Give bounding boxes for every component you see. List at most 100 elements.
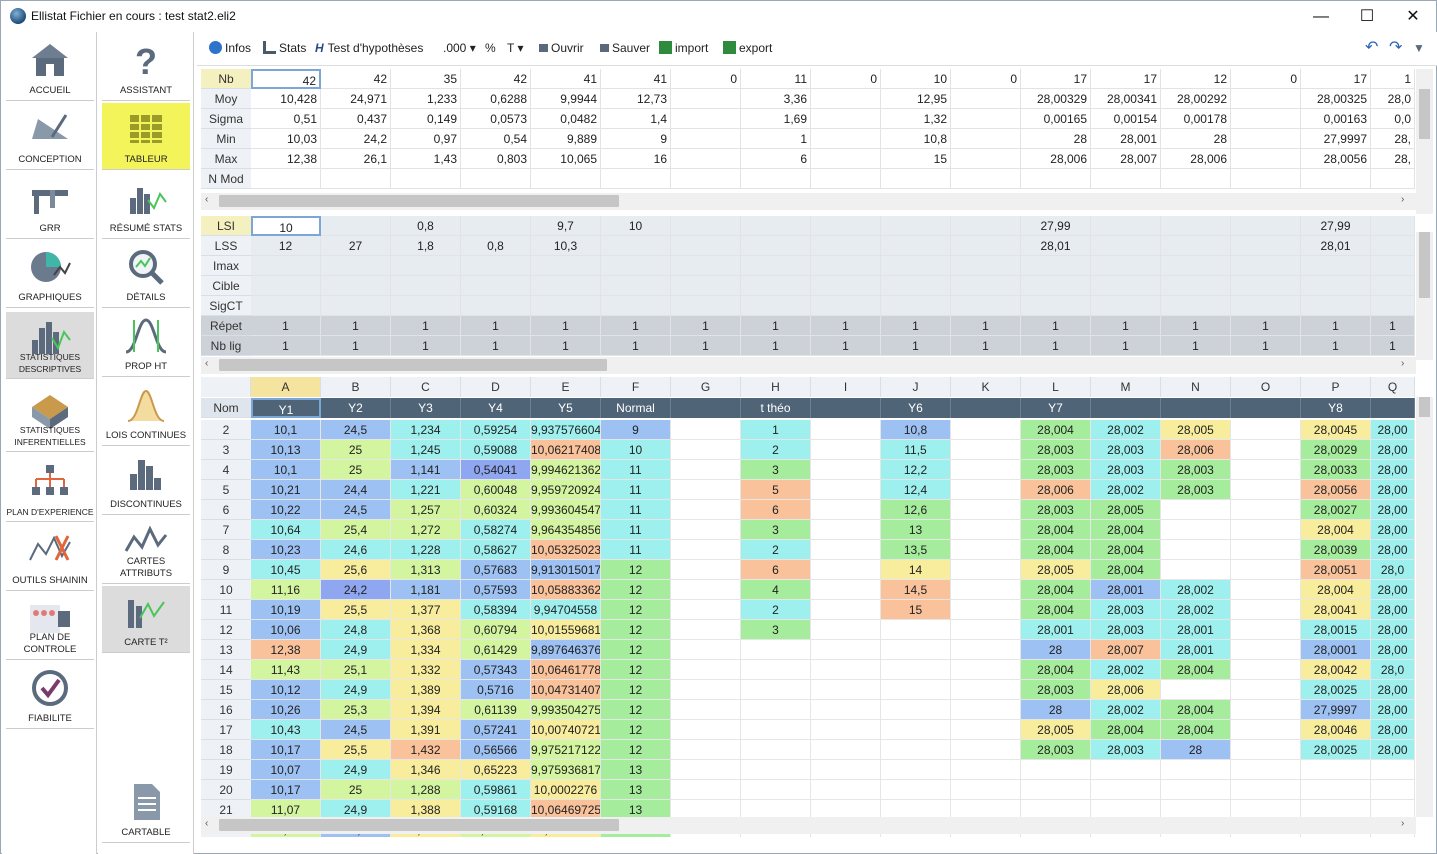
column-header[interactable]: N	[1161, 377, 1231, 397]
module-bars[interactable]: DISCONTINUES	[102, 448, 190, 515]
limits-cell[interactable]	[1231, 276, 1301, 296]
data-cell[interactable]	[1161, 760, 1231, 780]
module-summary[interactable]: RÉSUMÉ STATS	[102, 172, 190, 239]
data-cell[interactable]: 28,002	[1091, 480, 1161, 500]
variable-name-cell[interactable]	[1231, 398, 1301, 418]
data-cell[interactable]: 10,13	[251, 440, 321, 460]
data-cell[interactable]	[741, 760, 811, 780]
stats-cell[interactable]	[1231, 109, 1301, 129]
stats-cell[interactable]: 0,803	[461, 149, 531, 169]
variable-name-cell[interactable]	[811, 398, 881, 418]
limits-cell[interactable]	[1301, 296, 1371, 316]
stats-cell[interactable]: 0,54	[461, 129, 531, 149]
data-cell[interactable]: 0,61139	[461, 700, 531, 720]
data-cell[interactable]	[671, 540, 741, 560]
data-cell[interactable]	[811, 580, 881, 600]
data-cell[interactable]	[1231, 420, 1301, 440]
stats-cell[interactable]: 28,	[1371, 149, 1415, 169]
data-cell[interactable]	[1231, 440, 1301, 460]
data-cell[interactable]: 9,993604547	[531, 500, 601, 520]
data-cell[interactable]: 28,001	[1091, 580, 1161, 600]
variable-name-cell[interactable]	[1371, 398, 1415, 418]
limits-cell[interactable]	[391, 296, 461, 316]
data-cell[interactable]: 12	[601, 620, 671, 640]
data-cell[interactable]: 25,5	[321, 740, 391, 760]
data-cell[interactable]: 9,959720924	[531, 480, 601, 500]
data-cell[interactable]: 1,313	[391, 560, 461, 580]
limits-cell[interactable]	[251, 296, 321, 316]
limits-cell[interactable]: 28,01	[1021, 236, 1091, 256]
data-cell[interactable]	[811, 660, 881, 680]
data-cell[interactable]: 0,57241	[461, 720, 531, 740]
limits-cell[interactable]: 1	[321, 316, 391, 336]
data-cell[interactable]	[1231, 520, 1301, 540]
data-cell[interactable]: 28,004	[1021, 580, 1091, 600]
data-cell[interactable]: 28,002	[1091, 700, 1161, 720]
data-cell[interactable]: 28,0	[1371, 560, 1415, 580]
data-cell[interactable]: 0,61429	[461, 640, 531, 660]
data-cell[interactable]: 28,003	[1021, 460, 1091, 480]
limits-cell[interactable]	[601, 256, 671, 276]
variable-name-cell[interactable]: Y5	[531, 398, 601, 418]
stats-cell[interactable]: 0,437	[321, 109, 391, 129]
limits-cell[interactable]: 1	[1091, 336, 1161, 356]
data-cell[interactable]: 28,003	[1161, 460, 1231, 480]
stats-cell[interactable]	[951, 109, 1021, 129]
stats-cell[interactable]: 1,4	[601, 109, 671, 129]
data-cell[interactable]	[1021, 780, 1091, 800]
infos-button[interactable]: Infos	[209, 41, 251, 55]
column-header[interactable]: H	[741, 377, 811, 397]
limits-cell[interactable]: 1	[601, 316, 671, 336]
limits-cell[interactable]	[1021, 256, 1091, 276]
limits-cell[interactable]: 1	[881, 316, 951, 336]
data-cell[interactable]: 9,993504275	[531, 700, 601, 720]
data-cell[interactable]: 10,05325023	[531, 540, 601, 560]
data-cell[interactable]: 28,005	[1021, 560, 1091, 580]
data-cell[interactable]: 24,5	[321, 500, 391, 520]
limits-cell[interactable]	[671, 296, 741, 316]
stats-cell[interactable]	[881, 169, 951, 189]
limits-cell[interactable]	[601, 276, 671, 296]
data-cell[interactable]	[1161, 680, 1231, 700]
data-cell[interactable]: 28,0	[1371, 660, 1415, 680]
stats-cell[interactable]: 28,00325	[1301, 89, 1371, 109]
limits-cell[interactable]	[461, 216, 531, 236]
open-button[interactable]: Ouvrir	[539, 41, 584, 55]
data-cell[interactable]: 28,003	[1021, 440, 1091, 460]
data-cell[interactable]: 10,06461778	[531, 660, 601, 680]
limits-cell[interactable]	[461, 276, 531, 296]
limits-cell[interactable]: 1	[1231, 336, 1301, 356]
data-cell[interactable]: 28,00	[1371, 680, 1415, 700]
module-question[interactable]: ? ASSISTANT	[102, 34, 190, 101]
stats-cell[interactable]: 12,73	[601, 89, 671, 109]
data-cell[interactable]	[671, 500, 741, 520]
data-cell[interactable]: 12	[601, 640, 671, 660]
data-cell[interactable]	[671, 660, 741, 680]
data-cell[interactable]: 24,9	[321, 760, 391, 780]
data-cell[interactable]: 9,994621362	[531, 460, 601, 480]
data-cell[interactable]: 10,17	[251, 740, 321, 760]
percent-button[interactable]: %	[485, 41, 496, 55]
data-cell[interactable]: 12	[601, 740, 671, 760]
data-cell[interactable]	[741, 660, 811, 680]
data-cell[interactable]: 0,57593	[461, 580, 531, 600]
data-cell[interactable]	[811, 640, 881, 660]
data-cell[interactable]: 9,937576604	[531, 420, 601, 440]
data-cell[interactable]: 24,5	[321, 720, 391, 740]
row-number[interactable]: 17	[201, 720, 251, 740]
close-button[interactable]: ✕	[1390, 1, 1436, 32]
stats-cell[interactable]	[531, 169, 601, 189]
data-cell[interactable]: 28,0025	[1301, 680, 1371, 700]
data-cell[interactable]	[811, 540, 881, 560]
limits-cell[interactable]	[671, 256, 741, 276]
data-cell[interactable]: 28,003	[1021, 680, 1091, 700]
data-cell[interactable]: 1,389	[391, 680, 461, 700]
limits-cell[interactable]	[811, 296, 881, 316]
data-cell[interactable]	[811, 520, 881, 540]
limits-cell[interactable]	[881, 276, 951, 296]
data-cell[interactable]: 11	[601, 520, 671, 540]
limits-cell[interactable]: 0,8	[391, 216, 461, 236]
data-cell[interactable]	[1091, 780, 1161, 800]
horizontal-scrollbar[interactable]: ‹ ›	[201, 193, 1416, 210]
data-cell[interactable]: 28,00	[1371, 540, 1415, 560]
